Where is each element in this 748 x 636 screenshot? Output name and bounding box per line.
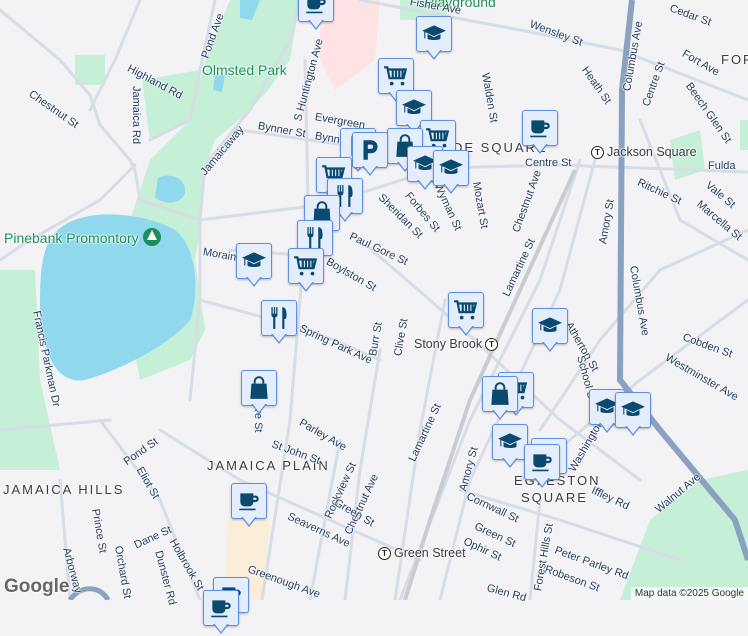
transit-station[interactable]: T Jackson Square <box>591 145 697 160</box>
marker-pointer <box>534 477 550 488</box>
cart-place-marker[interactable] <box>448 292 484 338</box>
marker-pointer <box>298 281 314 292</box>
coffee-icon <box>529 449 555 475</box>
marker-pointer <box>492 409 508 420</box>
marker-pointer <box>241 516 257 527</box>
marker-pointer <box>599 422 615 433</box>
marker-pointer <box>251 403 267 414</box>
marker-pointer <box>443 183 459 194</box>
parking-place-marker[interactable] <box>352 132 388 178</box>
station-name: Green Street <box>394 546 466 560</box>
transit-icon: T <box>485 338 499 352</box>
coffee-icon <box>527 115 553 141</box>
bag-place-marker[interactable] <box>482 376 518 422</box>
school-place-marker[interactable] <box>615 392 651 438</box>
coffee-place-marker[interactable] <box>231 483 267 529</box>
marker-pointer <box>532 143 548 154</box>
parking-icon <box>357 137 383 163</box>
marker-pointer <box>458 325 474 336</box>
coffee-place-marker[interactable] <box>522 110 558 156</box>
bag-icon <box>246 375 272 401</box>
school-place-marker[interactable] <box>433 150 469 196</box>
street-label: Fulda <box>708 160 736 172</box>
marker-pointer <box>542 341 558 352</box>
transit-icon: T <box>378 547 391 561</box>
marker-pointer <box>246 276 262 287</box>
transit-station[interactable]: Stony Brook T <box>414 337 499 352</box>
cart-icon <box>293 253 319 279</box>
park-label: Olmsted Park <box>202 62 287 78</box>
school-place-marker[interactable] <box>492 424 528 470</box>
school-icon <box>620 397 646 423</box>
bag-place-marker[interactable] <box>241 370 277 416</box>
cart-place-marker[interactable] <box>288 248 324 294</box>
bag-icon <box>487 381 513 407</box>
school-place-marker[interactable] <box>236 243 272 289</box>
park-label: Pinebank Promontory <box>4 230 139 246</box>
school-icon <box>438 155 464 181</box>
street-label: Centre St <box>525 157 572 169</box>
school-icon <box>241 248 267 274</box>
district-label: SQUARE <box>521 490 588 505</box>
coffee-place-marker[interactable] <box>524 444 560 490</box>
marker-pointer <box>426 49 442 60</box>
school-icon <box>401 95 427 121</box>
station-name: Stony Brook <box>414 337 483 351</box>
coffee-icon <box>303 0 329 17</box>
school-place-marker[interactable] <box>416 16 452 62</box>
marker-pointer <box>271 333 287 344</box>
coffee-place-marker[interactable] <box>298 0 334 32</box>
transit-icon: T <box>591 146 604 160</box>
school-icon <box>497 429 523 455</box>
school-place-marker[interactable] <box>532 308 568 354</box>
district-label: FOR <box>721 52 748 67</box>
restaurant-icon <box>266 305 292 331</box>
coffee-icon <box>236 488 262 514</box>
marker-pointer <box>308 19 324 30</box>
marker-pointer <box>502 457 518 468</box>
cart-icon <box>453 297 479 323</box>
transit-station[interactable]: T Green Street <box>378 546 466 561</box>
street-label: Jamaica Rd <box>130 86 142 145</box>
coffee-place-marker[interactable] <box>203 590 239 636</box>
restaurant-place-marker[interactable] <box>261 300 297 346</box>
station-name: Jackson Square <box>607 145 697 159</box>
park-icon[interactable] <box>143 228 161 246</box>
marker-pointer <box>625 425 641 436</box>
marker-pointer <box>213 623 229 634</box>
school-icon <box>537 313 563 339</box>
marker-pointer <box>417 179 433 190</box>
coffee-icon <box>208 595 234 621</box>
school-icon <box>421 21 447 47</box>
google-logo: Google <box>4 576 70 597</box>
marker-pointer <box>362 165 378 176</box>
district-label: JAMAICA HILLS <box>3 482 125 497</box>
map-attribution[interactable]: Map data ©2025 Google <box>630 587 748 600</box>
cart-icon <box>383 63 409 89</box>
